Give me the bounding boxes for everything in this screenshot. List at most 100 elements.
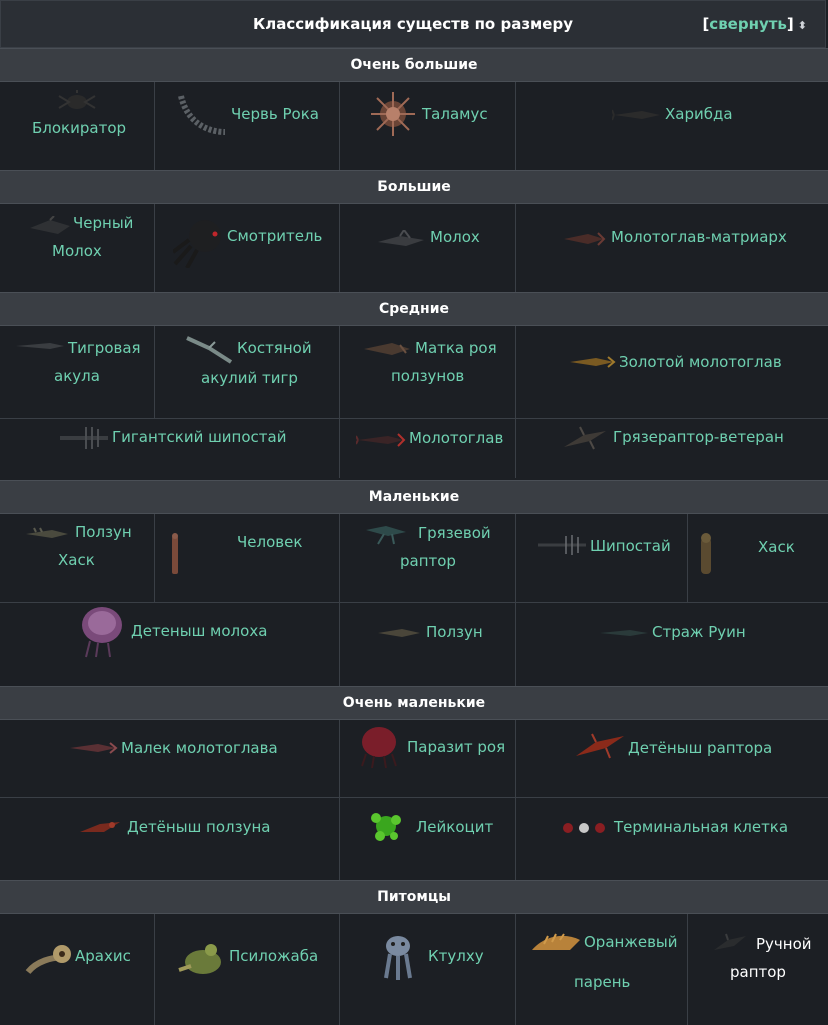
creature-link[interactable]: Хаск xyxy=(58,551,95,569)
creature-cell-ruchnoy-raptor[interactable]: Ручной раптор xyxy=(688,914,828,1025)
creature-link[interactable]: Оранжевый xyxy=(584,933,678,951)
creature-cell-cherv-roka[interactable]: Червь Рока xyxy=(155,82,340,170)
creature-cell-zolotoy-molotoglav[interactable]: Золотой молотоглав xyxy=(516,326,828,418)
creature-link[interactable]: Золотой молотоглав xyxy=(619,353,782,371)
creature-cell-polzun-khask[interactable]: Ползун Хаск xyxy=(0,514,155,602)
creature-link[interactable]: Блокиратор xyxy=(32,119,126,137)
creature-cell-talamus[interactable]: Таламус xyxy=(340,82,516,170)
creature-link[interactable]: Ползун xyxy=(426,623,483,641)
creature-link[interactable]: Детёныш ползуна xyxy=(127,818,270,836)
mudraptor-icon xyxy=(366,526,406,545)
group-header-very-large: Очень большие xyxy=(0,48,828,82)
creature-link[interactable]: Тигровая xyxy=(68,339,141,357)
molotoglav-icon xyxy=(356,433,406,447)
creature-cell-detenysh-raptora[interactable]: Детёныш раптора xyxy=(516,720,828,797)
creature-link[interactable]: Ползун xyxy=(75,523,132,541)
creature-cell-chelovek[interactable]: Человек xyxy=(155,514,340,602)
creature-link[interactable]: Молотоглав-матриарх xyxy=(611,228,787,246)
creature-cell-polzun[interactable]: Ползун xyxy=(340,603,516,686)
creature-cell-shipostay[interactable]: Шипостай xyxy=(516,514,688,602)
creature-link[interactable]: Костяной xyxy=(237,339,312,357)
creature-cell-matka-roya[interactable]: Матка роя ползунов xyxy=(340,326,516,418)
creature-cell-detenysh-polzuna[interactable]: Детёныш ползуна xyxy=(0,798,340,880)
creature-link[interactable]: Червь Рока xyxy=(231,105,319,123)
swarm-mother-icon xyxy=(364,343,410,355)
creature-link[interactable]: Молох xyxy=(52,242,102,260)
creature-cell-psilozhaba[interactable]: Псиложаба xyxy=(155,914,340,1025)
creature-link[interactable]: Харибда xyxy=(665,105,733,123)
creature-row: Гигантский шипостай Молотоглав Грязерапт… xyxy=(0,419,828,478)
creature-link[interactable]: Грязевой xyxy=(418,524,491,542)
creature-link[interactable]: акулий тигр xyxy=(201,369,298,387)
collapse-toggle[interactable]: [свернуть] ⬍ xyxy=(702,15,807,33)
creature-cell-molokh[interactable]: Молох xyxy=(340,204,516,292)
creature-link[interactable]: ползунов xyxy=(391,367,464,385)
creature-cell-tigrovaya-akula[interactable]: Тигровая акула xyxy=(0,326,155,418)
creature-row: Детеныш молоха Ползун Страж Руин xyxy=(0,603,828,686)
creature-cell-khask[interactable]: Хаск xyxy=(688,514,828,602)
creature-link[interactable]: Псиложаба xyxy=(229,947,318,965)
creature-cell-kharibda[interactable]: Харибда xyxy=(516,82,828,170)
human-icon xyxy=(172,533,178,574)
cthulhu-icon xyxy=(384,936,412,980)
creature-cell-leykotsit[interactable]: Лейкоцит xyxy=(340,798,516,880)
collapse-link[interactable]: свернуть xyxy=(709,15,787,33)
husk-crawler-icon xyxy=(26,527,68,538)
creature-cell-oranzhevy-paren[interactable]: Оранжевый парень xyxy=(516,914,688,1025)
creature-cell-blokirator[interactable]: Блокиратор xyxy=(0,82,155,170)
creature-link[interactable]: Человек xyxy=(237,533,302,551)
creature-link[interactable]: Детеныш молоха xyxy=(131,622,267,640)
creature-cell-cherny-molokh[interactable]: Черный Молох xyxy=(0,204,155,292)
tiger-shark-icon xyxy=(16,343,64,349)
swarm-parasite-icon xyxy=(361,727,397,768)
molokh-icon xyxy=(378,230,424,246)
creature-link[interactable]: Смотритель xyxy=(227,227,322,245)
creature-link[interactable]: Таламус xyxy=(422,105,488,123)
creature-link[interactable]: Шипостай xyxy=(590,537,671,555)
creature-link[interactable]: Страж Руин xyxy=(652,623,746,641)
creature-link[interactable]: Молох xyxy=(430,228,480,246)
creature-link[interactable]: Грязераптор-ветеран xyxy=(613,428,784,446)
creature-link[interactable]: Матка роя xyxy=(415,339,497,357)
creature-cell-arakhis[interactable]: Арахис xyxy=(0,914,155,1025)
sort-arrows-icon: ⬍ xyxy=(797,19,807,32)
creature-link[interactable]: Лейкоцит xyxy=(416,818,493,836)
creature-link[interactable]: Малек молотоглава xyxy=(121,739,278,757)
creature-link[interactable]: Детёныш раптора xyxy=(628,739,772,757)
creature-link[interactable]: Терминальная клетка xyxy=(614,818,788,836)
creature-link[interactable]: Молотоглав xyxy=(409,429,503,447)
creature-link[interactable]: акула xyxy=(54,367,100,385)
creature-cell-strazh-ruin[interactable]: Страж Руин xyxy=(516,603,828,686)
smotritel-icon xyxy=(173,220,221,268)
molokh-baby-icon xyxy=(82,607,122,658)
creature-cell-kostyanoy[interactable]: Костяной акулий тигр xyxy=(155,326,340,418)
creature-cell-molotoglav-matriarkh[interactable]: Молотоглав-матриарх xyxy=(516,204,828,292)
creature-cell-malek[interactable]: Малек молотоглава xyxy=(0,720,340,797)
creature-link[interactable]: Гигантский шипостай xyxy=(112,428,286,446)
creature-cell-ktulkhu[interactable]: Ктулху xyxy=(340,914,516,1025)
creature-link[interactable]: Хаск xyxy=(758,538,795,556)
creature-link[interactable]: Ктулху xyxy=(428,947,484,965)
creature-cell-terminalnaya[interactable]: Терминальная клетка xyxy=(516,798,828,880)
creature-cell-parazit-roya[interactable]: Паразит роя xyxy=(340,720,516,797)
creature-cell-molotoglav[interactable]: Молотоглав xyxy=(340,419,516,478)
creature-cell-gryazeraptor-veteran[interactable]: Грязераптор-ветеран xyxy=(516,419,828,478)
giant-spiker-icon xyxy=(60,427,108,449)
creature-cell-gigantsky-shipostay[interactable]: Гигантский шипостай xyxy=(0,419,340,478)
kharibda-icon xyxy=(612,109,660,121)
creature-row: Детёныш ползуна Лейкоцит Терминальная кл… xyxy=(0,798,828,880)
creature-cell-gryazevoy-raptor[interactable]: Грязевой раптор xyxy=(340,514,516,602)
creature-link[interactable]: парень xyxy=(574,973,630,991)
creature-link[interactable]: Паразит роя xyxy=(407,738,505,756)
creature-cell-smotritel[interactable]: Смотритель xyxy=(155,204,340,292)
orange-boy-icon xyxy=(532,933,580,950)
talamus-icon xyxy=(371,92,415,136)
leucocyte-icon xyxy=(371,813,401,841)
creature-row: Блокиратор Червь Рока Таламус Харибда xyxy=(0,82,828,170)
creature-cell-detenysh-molokha[interactable]: Детеныш молоха xyxy=(0,603,340,686)
creature-link[interactable]: Черный xyxy=(73,214,133,232)
creature-row: Малек молотоглава Паразит роя Детёныш ра… xyxy=(0,720,828,797)
creature-link[interactable]: раптор xyxy=(400,552,456,570)
creature-link[interactable]: Арахис xyxy=(75,947,131,965)
blokirator-icon xyxy=(58,90,96,109)
